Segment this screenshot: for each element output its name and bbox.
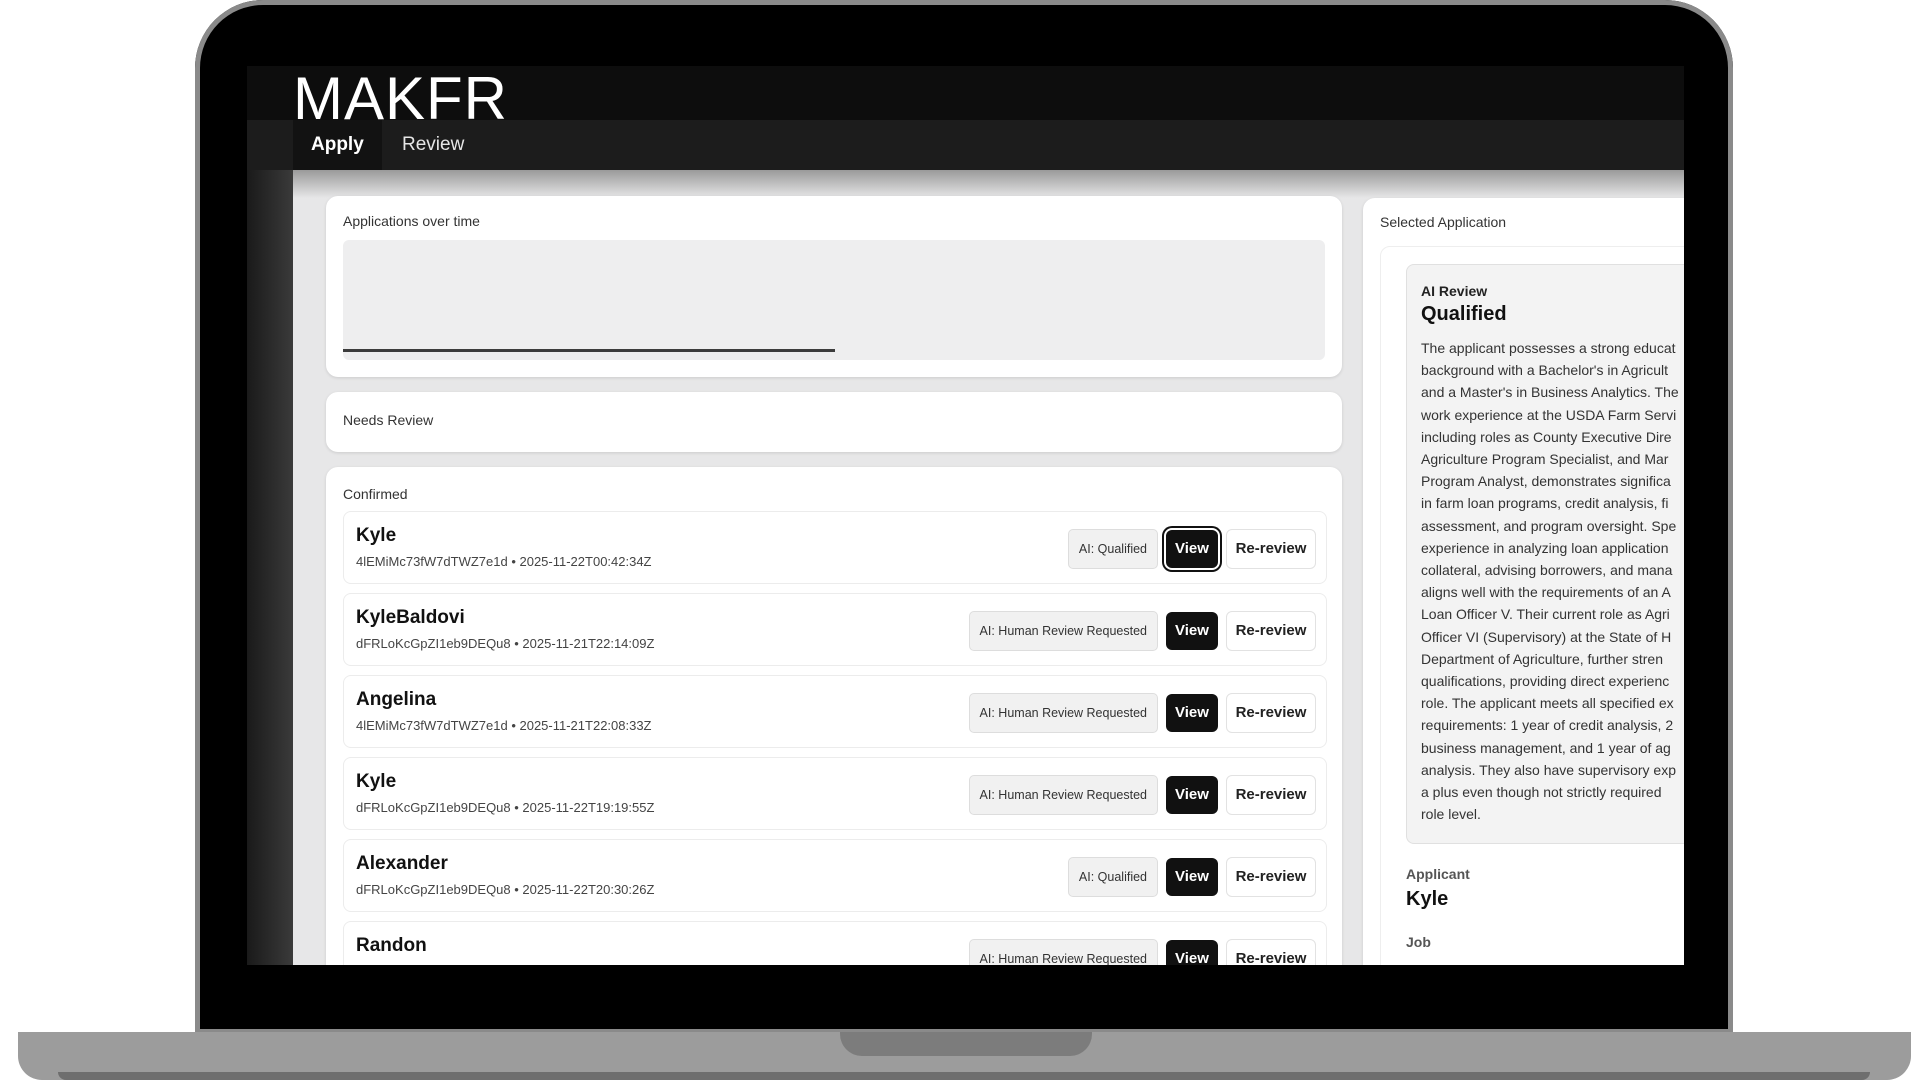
ai-review-result: Qualified <box>1421 303 1507 325</box>
application-meta: dFRLoKcGpZI1eb9DEQu8 • 2025-11-22T20:30:… <box>356 882 655 897</box>
nav-bar: Apply Review <box>247 120 1684 170</box>
app-screen: MAKFR Apply Review Applications over tim… <box>247 66 1684 965</box>
tab-review[interactable]: Review <box>384 120 482 170</box>
application-row[interactable]: KyleBaldovi dFRLoKcGpZI1eb9DEQu8 • 2025-… <box>343 593 1327 666</box>
re-review-button[interactable]: Re-review <box>1226 611 1316 651</box>
selected-application-title: Selected Application <box>1380 214 1507 230</box>
confirmed-card: Confirmed Kyle 4lEMiMc73fW7dTWZ7e1d • 20… <box>326 467 1342 965</box>
chart-area <box>343 240 1325 360</box>
view-button[interactable]: View <box>1166 530 1218 568</box>
laptop-notch <box>840 1032 1092 1056</box>
re-review-button[interactable]: Re-review <box>1226 529 1316 569</box>
application-meta: 4lEMiMc73fW7dTWZ7e1d • 2025-11-22T00:42:… <box>356 554 652 569</box>
ai-status-badge: AI: Human Review Requested <box>968 775 1158 815</box>
tab-apply[interactable]: Apply <box>293 120 382 170</box>
needs-review-card: Needs Review <box>326 392 1342 452</box>
application-meta: dFRLoKcGpZI1eb9DEQu8 • 2025-11-21T22:14:… <box>356 636 655 651</box>
ai-review-text: The applicant possesses a strong educat … <box>1421 340 1679 823</box>
ai-status-badge: AI: Human Review Requested <box>968 693 1158 733</box>
view-button[interactable]: View <box>1166 940 1218 965</box>
application-row[interactable]: Alexander dFRLoKcGpZI1eb9DEQu8 • 2025-11… <box>343 839 1327 912</box>
applicant-name: Angelina <box>356 689 437 710</box>
view-button[interactable]: View <box>1166 776 1218 814</box>
chart-x-axis <box>343 349 835 352</box>
re-review-button[interactable]: Re-review <box>1226 939 1316 965</box>
ai-status-badge: AI: Qualified <box>1067 857 1158 897</box>
ai-status-badge: AI: Human Review Requested <box>968 939 1158 965</box>
top-bar: MAKFR <box>247 66 1684 132</box>
application-row[interactable]: Kyle 4lEMiMc73fW7dTWZ7e1d • 2025-11-22T0… <box>343 511 1327 584</box>
view-button[interactable]: View <box>1166 694 1218 732</box>
applicant-name: Randon <box>356 935 427 956</box>
left-sidebar-strip <box>247 170 293 965</box>
view-button[interactable]: View <box>1166 858 1218 896</box>
job-label: Job <box>1406 934 1431 950</box>
view-button[interactable]: View <box>1166 612 1218 650</box>
applicant-label: Applicant <box>1406 866 1470 882</box>
applications-chart-card: Applications over time <box>326 196 1342 377</box>
ai-review-box: AI Review Qualified The applicant posses… <box>1406 264 1684 844</box>
re-review-button[interactable]: Re-review <box>1226 775 1316 815</box>
applicant-value: Kyle <box>1406 888 1449 910</box>
application-row[interactable]: Angelina 4lEMiMc73fW7dTWZ7e1d • 2025-11-… <box>343 675 1327 748</box>
content-shadow <box>293 170 1684 198</box>
applicant-name: Kyle <box>356 771 397 792</box>
re-review-button[interactable]: Re-review <box>1226 693 1316 733</box>
application-meta: dFRLoKcGpZI1eb9DEQu8 • 2025-11-22T19:19:… <box>356 800 655 815</box>
applicant-name: KyleBaldovi <box>356 607 465 628</box>
applicant-name: Kyle <box>356 525 397 546</box>
application-row[interactable]: Kyle dFRLoKcGpZI1eb9DEQu8 • 2025-11-22T1… <box>343 757 1327 830</box>
applicant-name: Alexander <box>356 853 448 874</box>
laptop-base-shadow <box>58 1072 1870 1080</box>
re-review-button[interactable]: Re-review <box>1226 857 1316 897</box>
application-meta: 4lEMiMc73fW7dTWZ7e1d • 2025-11-21T22:08:… <box>356 718 652 733</box>
application-row[interactable]: Randon AI: Human Review Requested View R… <box>343 921 1327 965</box>
confirmed-title: Confirmed <box>343 486 408 502</box>
ai-status-badge: AI: Human Review Requested <box>968 611 1158 651</box>
ai-review-label: AI Review <box>1421 283 1488 299</box>
chart-title: Applications over time <box>343 213 480 229</box>
selected-application-panel: Selected Application AI Review Qualified… <box>1363 198 1684 965</box>
needs-review-title: Needs Review <box>343 412 434 428</box>
ai-status-badge: AI: Qualified <box>1067 529 1158 569</box>
